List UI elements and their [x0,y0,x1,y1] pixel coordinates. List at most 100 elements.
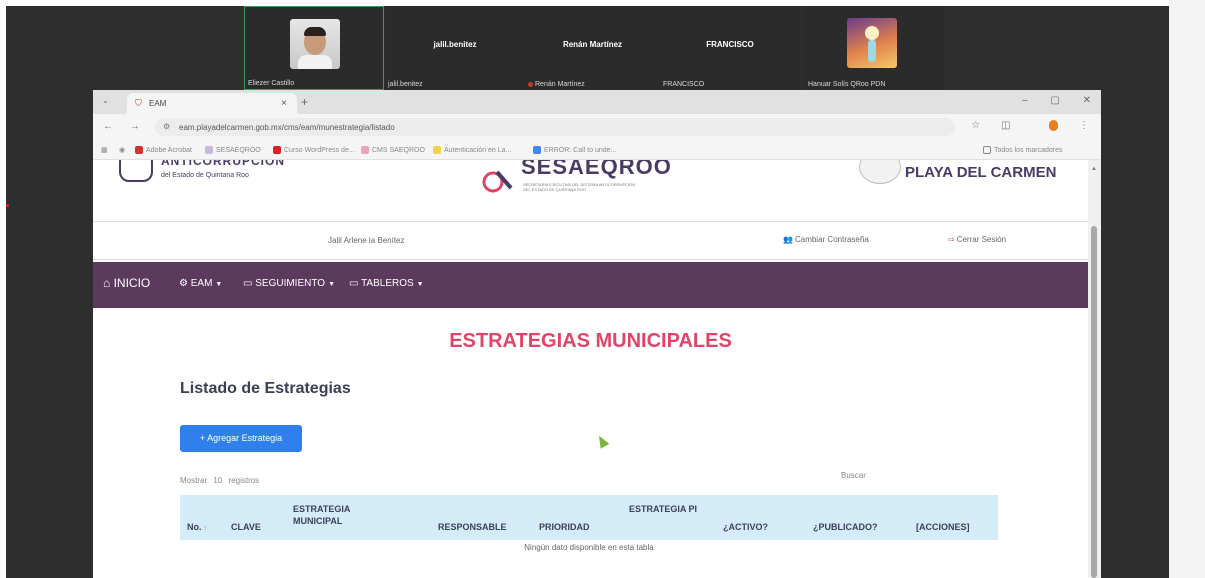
bookmark-sesaeqroo[interactable]: SESAEQROO [205,146,261,154]
participant-tile-5[interactable]: Hanuar Solís QRoo PDN [805,6,945,90]
window-controls: – ▢ ✕ [1002,95,1091,106]
participant-photo [290,19,340,69]
back-icon[interactable]: ← [103,121,113,132]
col-header-responsable[interactable]: RESPONSABLE [438,521,507,533]
sesaeqroo-logo-sub: SECRETARÍA EJECUTIVA DEL SISTEMA ANTICOR… [523,182,636,192]
participant-label: Hanuar Solís QRoo PDN [808,81,886,88]
participant-name: jalil.benitez [433,40,477,49]
new-tab-button[interactable]: + [301,95,308,109]
nav-tableros[interactable]: ▭ TABLEROS ▼ [349,278,424,289]
url-text: eam.playadelcarmen.gob.mx/cms/eam/munest… [179,123,395,132]
browser-tab[interactable]: ⛉ EAM × [127,93,297,114]
caret-down-icon: ▼ [328,281,335,288]
bookmark-icon[interactable]: ◉ [119,146,125,154]
home-icon: ⌂ [103,276,111,290]
bookmark-cms[interactable]: CMS SAEQROO [361,146,425,154]
participant-label: FRANCISCO [663,81,705,88]
bookmark-star-icon[interactable]: ☆ [971,120,980,131]
page-title: ESTRATEGIAS MUNICIPALES [449,330,732,352]
tab-bar: ⌄ ⛉ EAM × + – ▢ ✕ [93,90,1101,114]
page-scrollbar[interactable]: ▲ [1088,160,1101,578]
mouse-cursor-icon [594,433,610,449]
participant-tile-3[interactable]: Renán Martínez Renán Martínez [525,6,660,90]
web-page: ANTICORRUPCIÓN del Estado de Quintana Ro… [93,160,1088,578]
page-length-control: Mostrar 10 registros [180,476,260,485]
change-password-link[interactable]: 👥 Cambiar Contraseña [783,235,869,244]
participant-label: Renán Martínez [528,81,585,88]
col-header-clave[interactable]: CLAVE [231,521,261,533]
bookmark-adobe[interactable]: Adobe Acrobat [135,146,192,154]
participant-label: jalil.benitez [388,81,423,88]
header-logos: ANTICORRUPCIÓN del Estado de Quintana Ro… [93,160,1088,222]
col-header-prioridad[interactable]: PRIORIDAD [539,521,590,533]
bookmark-auth[interactable]: Autenticación en La... [433,146,511,154]
address-bar-row: ← → C ⚙ eam.playadelcarmen.gob.mx/cms/ea… [93,114,1101,140]
participant-name: FRANCISCO [706,40,754,49]
nav-home[interactable]: ⌂ INICIO [103,276,150,290]
scroll-thumb[interactable] [1091,226,1097,578]
gears-icon: ⚙ [179,278,188,289]
toolbar-right: ☆ ◫ ⋮ [953,120,1089,131]
address-bar[interactable]: ⚙ eam.playadelcarmen.gob.mx/cms/eam/mune… [155,118,955,136]
col-header-publicado[interactable]: ¿PUBLICADO? [813,521,878,533]
page-length-select[interactable]: 10 [213,476,222,485]
right-edge [1169,0,1205,578]
bookmark-error[interactable]: ERROR: Call to unde... [533,146,616,154]
col-header-activo[interactable]: ¿ACTIVO? [723,521,768,533]
close-window-icon[interactable]: ✕ [1083,95,1091,106]
search-label[interactable]: Buscar [841,471,866,480]
bookmarks-bar: ▦ ◉ Adobe Acrobat SESAEQROO Curso WordPr… [93,140,1101,160]
anticorrupcion-logo-icon [119,160,153,182]
caret-down-icon: ▼ [416,281,424,288]
participant-name: Renán Martínez [562,40,623,49]
all-bookmarks[interactable]: Todos los marcadores [983,146,1062,154]
forward-icon[interactable]: → [130,121,140,132]
tab-title: EAM [149,99,167,108]
menu-icon[interactable]: ⋮ [1079,120,1089,131]
participant-label: Eliezer Castillo [248,80,295,87]
caret-down-icon: ▼ [215,281,223,288]
browser-window: ⌄ ⛉ EAM × + – ▢ ✕ ← → C ⚙ eam.playadelca… [93,90,1101,578]
anticorrupcion-logo-title: ANTICORRUPCIÓN [161,160,285,168]
board-icon: ▭ [349,278,359,289]
main-navbar: ⌂ INICIO ⚙ EAM ▼ ▭ SEGUIMIENTO ▼ ▭ TABLERO… [93,262,1088,308]
mic-muted-icon [528,81,533,87]
scroll-up-icon[interactable]: ▲ [1091,166,1097,172]
restore-icon[interactable]: ▢ [1050,95,1059,106]
col-header-estrategia-pi[interactable]: ESTRATEGIA PI [629,503,704,515]
sort-icon: ↑ [203,525,208,532]
anticorrupcion-logo-sub: del Estado de Quintana Roo [161,172,249,179]
strategies-table-header: No. ↑ CLAVE ESTRATEGIA MUNICIPAL RESPONSA… [180,495,998,540]
site-info-icon[interactable]: ⚙ [163,122,170,131]
bookmark-wordpress[interactable]: Curso WordPress de... [273,146,355,154]
profile-icon[interactable] [1031,120,1059,131]
user-name: Jalil Arlene la Benítez [328,236,405,245]
apps-icon[interactable]: ▦ [101,146,108,154]
minimize-icon[interactable]: – [1022,95,1028,106]
col-header-estrategia-municipal[interactable]: ESTRATEGIA MUNICIPAL [293,503,368,527]
nav-seguimiento[interactable]: ▭ SEGUIMIENTO ▼ [243,278,335,289]
close-tab-icon[interactable]: × [281,98,287,109]
participant-tile-4[interactable]: FRANCISCO FRANCISCO [660,6,800,90]
participant-tile-2[interactable]: jalil.benitez jalil.benitez [385,6,525,90]
sesaeqroo-logo-icon [482,170,513,193]
sesaeqroo-logo-title: SESAEQROO [521,160,672,179]
extensions-icon[interactable]: ◫ [1001,120,1010,131]
participant-avatar [847,18,897,68]
logout-icon: ⇨ [948,235,955,244]
user-bar: Jalil Arlene la Benítez 👥 Cambiar Contras… [93,222,1088,260]
board-icon: ▭ [243,278,253,289]
site-favicon-icon: ⛉ [135,98,142,108]
col-header-acciones[interactable]: [ACCIONES] [916,521,970,533]
logout-link[interactable]: ⇨ Cerrar Sesión [948,235,1006,244]
col-header-no[interactable]: No. ↑ [187,521,207,535]
add-strategy-button[interactable]: + Agregar Estrategia [180,425,302,452]
playa-del-carmen-logo: PLAYA DEL CARMEN [905,164,1057,181]
participant-tile-1[interactable]: Eliezer Castillo [244,6,384,90]
nav-eam[interactable]: ⚙ EAM ▼ [179,278,222,289]
red-dot [6,204,9,207]
municipal-seal-icon [859,160,901,184]
section-title: Listado de Estrategias [180,380,351,397]
tab-search-icon[interactable]: ⌄ [102,96,109,105]
users-icon: 👥 [783,235,793,244]
